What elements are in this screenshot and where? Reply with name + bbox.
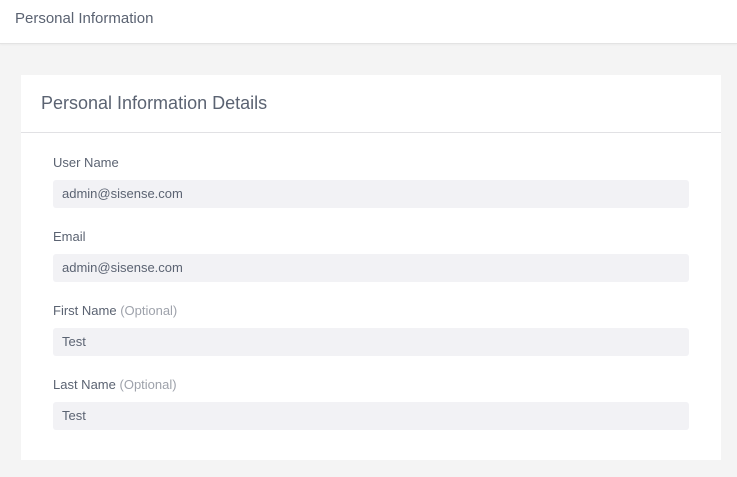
user-name-field-group: User Name admin@sisense.com [53,154,689,208]
email-input[interactable]: admin@sisense.com [53,254,689,282]
email-field-group: Email admin@sisense.com [53,228,689,282]
first-name-field-group: First Name (Optional) Test [53,302,689,356]
first-name-label-text: First Name [53,303,117,318]
first-name-input[interactable]: Test [53,328,689,356]
page-title: Personal Information [15,10,154,27]
top-bar: Personal Information [0,0,737,44]
last-name-optional-hint: (Optional) [119,377,177,392]
last-name-field-group: Last Name (Optional) Test [53,376,689,430]
user-name-label: User Name [53,154,689,171]
user-name-label-text: User Name [53,155,119,170]
last-name-label-text: Last Name [53,377,116,392]
last-name-input[interactable]: Test [53,402,689,430]
last-name-label: Last Name (Optional) [53,376,689,393]
email-label-text: Email [53,229,86,244]
first-name-label: First Name (Optional) [53,302,689,319]
email-label: Email [53,228,689,245]
card-header: Personal Information Details [21,75,721,133]
personal-info-card: Personal Information Details User Name a… [21,75,721,460]
first-name-optional-hint: (Optional) [120,303,178,318]
user-name-input[interactable]: admin@sisense.com [53,180,689,208]
card-title: Personal Information Details [41,93,268,113]
